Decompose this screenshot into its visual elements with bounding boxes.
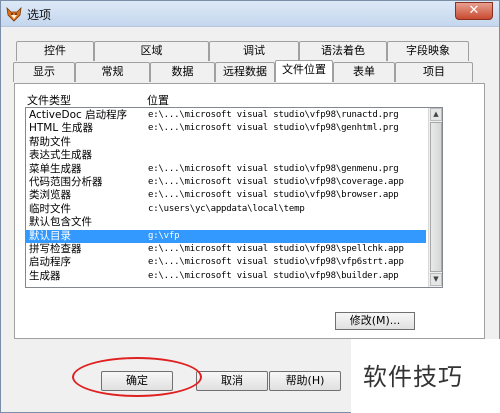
file-type-cell: 启动程序 bbox=[29, 256, 71, 269]
list-header: 文件类型 位置 bbox=[25, 91, 443, 107]
scroll-thumb[interactable] bbox=[430, 122, 442, 272]
options-dialog: 选项 ✕ 控件 区域 调试 语法着色 字段映象 显示 常规 数据 远程数据 文件… bbox=[0, 0, 500, 413]
file-type-cell: 生成器 bbox=[29, 269, 61, 282]
vertical-scrollbar[interactable]: ▲ ▼ bbox=[428, 108, 442, 287]
scroll-up-icon[interactable]: ▲ bbox=[430, 108, 442, 121]
tab-remote-data[interactable]: 远程数据 bbox=[215, 62, 275, 82]
file-type-cell: 默认包含文件 bbox=[29, 216, 92, 229]
list-item[interactable]: ActiveDoc 启动程序 e:\...\microsoft visual st… bbox=[26, 109, 426, 122]
file-type-cell: 临时文件 bbox=[29, 202, 71, 215]
file-locations-list[interactable]: ActiveDoc 启动程序 e:\...\microsoft visual st… bbox=[25, 107, 443, 288]
file-type-cell: 默认目录 bbox=[29, 229, 71, 242]
watermark-text: 软件技巧 bbox=[363, 363, 463, 391]
list-item[interactable]: 菜单生成器 e:\...\microsoft visual studio\vfp9… bbox=[26, 163, 426, 176]
cancel-button[interactable]: 取消 bbox=[196, 371, 268, 391]
location-cell: g:\vfp bbox=[148, 230, 180, 241]
list-item[interactable]: 帮助文件 bbox=[26, 136, 426, 149]
list-item[interactable]: 生成器 e:\...\microsoft visual studio\vfp98\… bbox=[26, 270, 426, 283]
location-cell: e:\...\microsoft visual studio\vfp98\bui… bbox=[148, 270, 399, 281]
tab-data[interactable]: 数据 bbox=[150, 62, 215, 82]
title-bar: 选项 ✕ bbox=[1, 1, 499, 27]
column-location[interactable]: 位置 bbox=[147, 92, 169, 108]
location-cell: e:\...\microsoft visual studio\vfp98\gen… bbox=[148, 163, 399, 174]
location-cell: e:\...\microsoft visual studio\vfp98\cov… bbox=[148, 177, 404, 187]
location-cell: e:\...\microsoft visual studio\vfp98\bro… bbox=[148, 190, 399, 201]
file-type-cell: HTML 生成器 bbox=[29, 122, 94, 135]
tab-display[interactable]: 显示 bbox=[13, 62, 75, 82]
tab-field-mapping[interactable]: 字段映象 bbox=[387, 41, 469, 61]
annotation-circle bbox=[72, 357, 202, 397]
list-item[interactable]: 临时文件 c:\users\yc\appdata\local\temp bbox=[26, 203, 426, 216]
location-cell: e:\...\microsoft visual studio\vfp98\gen… bbox=[148, 123, 399, 134]
file-type-cell: 菜单生成器 bbox=[29, 162, 82, 175]
list-item[interactable]: 默认包含文件 bbox=[26, 216, 426, 229]
file-type-cell: 表达式生成器 bbox=[29, 149, 92, 162]
list-item[interactable]: HTML 生成器 e:\...\microsoft visual studio\v… bbox=[26, 122, 426, 135]
file-type-cell: 拼写检查器 bbox=[29, 243, 82, 255]
tab-forms[interactable]: 表单 bbox=[333, 62, 395, 82]
tab-debug[interactable]: 调试 bbox=[209, 41, 299, 61]
location-cell: e:\...\microsoft visual studio\vfp98\run… bbox=[148, 110, 399, 120]
tab-projects[interactable]: 项目 bbox=[395, 62, 473, 82]
list-item[interactable]: 默认目录 g:\vfp bbox=[26, 229, 426, 243]
fox-icon bbox=[6, 6, 22, 22]
file-type-cell: 帮助文件 bbox=[29, 135, 71, 148]
location-cell: e:\...\microsoft visual studio\vfp98\vfp… bbox=[148, 257, 404, 268]
modify-button[interactable]: 修改(M)... bbox=[335, 312, 415, 330]
list-item[interactable]: 代码范围分析器 e:\...\microsoft visual studio\vf… bbox=[26, 176, 426, 189]
file-type-cell: 代码范围分析器 bbox=[29, 176, 103, 188]
list-item[interactable]: 类浏览器 e:\...\microsoft visual studio\vfp98… bbox=[26, 189, 426, 202]
location-cell: c:\users\yc\appdata\local\temp bbox=[148, 203, 305, 214]
list-item[interactable]: 拼写检查器 e:\...\microsoft visual studio\vfp9… bbox=[26, 243, 426, 256]
scroll-down-icon[interactable]: ▼ bbox=[430, 273, 442, 286]
tab-syntax-coloring[interactable]: 语法着色 bbox=[299, 41, 387, 61]
tab-regional[interactable]: 区域 bbox=[94, 41, 209, 61]
list-item[interactable]: 表达式生成器 bbox=[26, 149, 426, 162]
column-file-type[interactable]: 文件类型 bbox=[27, 92, 71, 108]
help-button[interactable]: 帮助(H) bbox=[269, 371, 341, 391]
window-title: 选项 bbox=[27, 8, 52, 22]
tab-controls[interactable]: 控件 bbox=[16, 41, 94, 61]
list-item[interactable]: 启动程序 e:\...\microsoft visual studio\vfp98… bbox=[26, 256, 426, 269]
file-type-cell: ActiveDoc 启动程序 bbox=[29, 109, 128, 121]
tab-general[interactable]: 常规 bbox=[75, 62, 150, 82]
close-button[interactable]: ✕ bbox=[455, 2, 493, 20]
location-cell: e:\...\microsoft visual studio\vfp98\spe… bbox=[148, 244, 404, 254]
tab-file-locations[interactable]: 文件位置 bbox=[275, 60, 333, 82]
close-icon: ✕ bbox=[468, 3, 480, 18]
file-type-cell: 类浏览器 bbox=[29, 189, 71, 202]
